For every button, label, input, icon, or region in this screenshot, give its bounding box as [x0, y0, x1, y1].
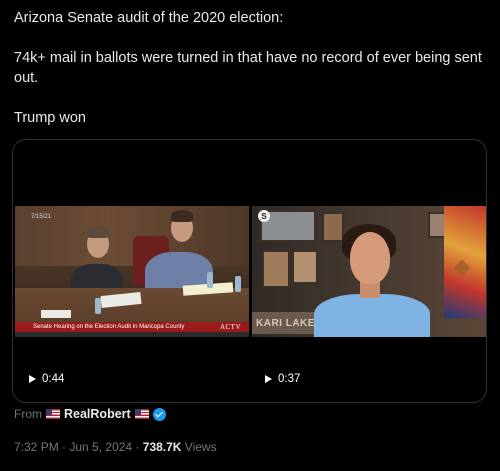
lower-third-banner: Senate Hearing on the Election Audit in …	[15, 322, 249, 332]
views-count: 738.7K	[142, 440, 182, 454]
author-link[interactable]: RealRobert	[64, 407, 131, 421]
senate-hearing-scene	[15, 206, 249, 337]
lower-third-text: Senate Hearing on the Election Audit in …	[33, 324, 185, 330]
interview-scene: KARI LAKE	[252, 206, 486, 337]
verified-badge-icon[interactable]	[152, 407, 166, 421]
post-time[interactable]: 7:32 PM	[14, 440, 59, 454]
video-duration-left[interactable]: 0:44	[29, 373, 64, 385]
us-flag-icon	[46, 409, 60, 419]
separator: ·	[132, 440, 143, 454]
play-icon[interactable]	[265, 375, 272, 383]
tweet-text: Arizona Senate audit of the 2020 electio…	[14, 8, 490, 128]
channel-logo: ACTV	[219, 323, 241, 331]
duration-text: 0:37	[278, 373, 301, 385]
video-date-stamp: 7/15/21	[31, 214, 52, 220]
video-thumbnail-senate-hearing[interactable]: 7/15/21 Senate Hearing on the Election A…	[15, 206, 249, 337]
separator: ·	[58, 440, 70, 454]
play-icon[interactable]	[29, 375, 36, 383]
post-date[interactable]: Jun 5, 2024	[69, 440, 132, 454]
media-card: 7/15/21 Senate Hearing on the Election A…	[12, 139, 487, 403]
tweet-line-1: Arizona Senate audit of the 2020 electio…	[14, 10, 284, 26]
video-duration-right[interactable]: 0:37	[265, 373, 300, 385]
tweet-line-3: Trump won	[14, 110, 86, 126]
us-flag-icon	[134, 409, 149, 419]
campaign-sign-text: KARI LAKE	[256, 318, 315, 329]
channel-badge-icon: S	[258, 210, 270, 222]
tweet-line-2: 74k+ mail in ballots were turned in that…	[14, 50, 482, 86]
source-attribution: From RealRobert	[14, 407, 166, 421]
views-label: Views	[181, 440, 217, 454]
from-label: From	[14, 407, 42, 421]
video-thumbnail-interview[interactable]: KARI LAKE S	[252, 206, 486, 337]
tweet-meta: 7:32 PM · Jun 5, 2024 · 738.7K Views	[14, 440, 217, 454]
duration-text: 0:44	[42, 373, 65, 385]
